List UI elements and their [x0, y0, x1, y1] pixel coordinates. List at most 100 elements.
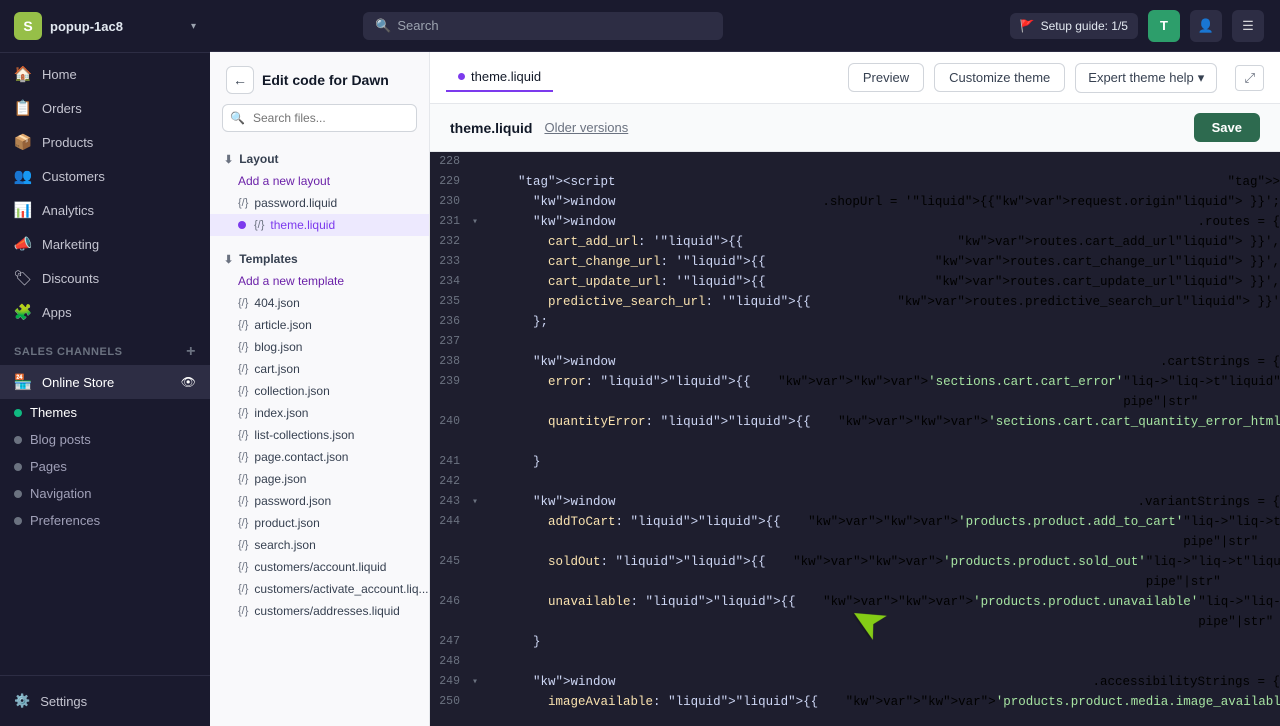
sidebar-item-settings[interactable]: ⚙️ Settings — [14, 686, 196, 716]
menu-icon-btn[interactable]: ☰ — [1232, 10, 1264, 42]
file-item[interactable]: {/} customers/activate_account.liq... — [210, 578, 429, 600]
line-arrow — [472, 152, 488, 172]
line-content[interactable] — [488, 152, 1280, 172]
download-icon: ⬇ — [224, 253, 233, 266]
line-content[interactable]: "kw">window — [488, 352, 1160, 372]
line-content[interactable]: }; — [488, 312, 1280, 332]
sidebar-item-analytics[interactable]: 📊 Analytics — [0, 193, 210, 227]
sidebar-item-online-store[interactable]: 🏪 Online Store 👁 — [0, 365, 210, 399]
file-item[interactable]: {/} cart.json — [210, 358, 429, 380]
setup-guide-button[interactable]: 🚩 Setup guide: 1/5 — [1010, 13, 1138, 39]
editor-toolbar: theme.liquid Preview Customize theme Exp… — [430, 52, 1280, 104]
line-content[interactable]: "kw">window — [488, 492, 1137, 512]
sidebar-item-marketing[interactable]: 📣 Marketing — [0, 227, 210, 261]
file-item[interactable]: {/} product.json — [210, 512, 429, 534]
file-item[interactable]: {/} 404.json — [210, 292, 429, 314]
templates-section-header[interactable]: ⬇ Templates — [210, 248, 429, 270]
code-line: 229 "tag"><script"tag">> — [430, 172, 1280, 192]
file-type-icon: {/} — [238, 473, 248, 485]
line-content[interactable]: addToCart: "liquid">"liquid">{{ — [488, 512, 808, 552]
sidebar-item-apps[interactable]: 🧩 Apps — [0, 295, 210, 329]
file-item-active[interactable]: {/} theme.liquid — [210, 214, 429, 236]
line-content[interactable]: "kw">window — [488, 192, 822, 212]
line-content[interactable]: unavailable: "liquid">"liquid">{{ — [488, 592, 823, 632]
sidebar-item-themes[interactable]: Themes — [14, 399, 210, 426]
code-line: 235 predictive_search_url: '"liquid">{{ … — [430, 292, 1280, 312]
fullscreen-button[interactable]: ⤢ — [1235, 65, 1264, 91]
older-versions-link[interactable]: Older versions — [544, 120, 628, 135]
code-editor[interactable]: 228 229 "tag"><script"tag">> 230 "kw">wi… — [430, 152, 1280, 726]
line-arrow — [472, 412, 488, 452]
line-arrow — [472, 172, 488, 192]
line-content[interactable]: } — [488, 632, 1280, 652]
sidebar-item-navigation[interactable]: Navigation — [14, 480, 210, 507]
code-line: 240 quantityError: "liquid">"liquid">{{ … — [430, 412, 1280, 452]
file-item[interactable]: {/} list-collections.json — [210, 424, 429, 446]
sidebar-item-discounts[interactable]: 🏷 Discounts — [0, 261, 210, 295]
sidebar-item-home[interactable]: 🏠 Home — [0, 57, 210, 91]
theme-icon-btn[interactable]: T — [1148, 10, 1180, 42]
global-search[interactable]: 🔍 Search — [363, 12, 723, 40]
code-line: 230 "kw">window.shopUrl = '"liquid">{{ "… — [430, 192, 1280, 212]
add-template-link[interactable]: Add a new template — [210, 270, 429, 292]
line-content[interactable]: cart_update_url: '"liquid">{{ — [488, 272, 935, 292]
file-item[interactable]: {/} password.json — [210, 490, 429, 512]
code-line: 231 ▾ "kw">window.routes = { — [430, 212, 1280, 232]
file-item[interactable]: {/} page.json — [210, 468, 429, 490]
file-item[interactable]: {/} customers/addresses.liquid — [210, 600, 429, 622]
file-explorer: ← Edit code for Dawn 🔍 ⬇ Layout Add a ne… — [210, 52, 430, 726]
back-button[interactable]: ← — [226, 66, 254, 94]
line-content[interactable]: "tag"><script — [488, 172, 1227, 192]
line-content[interactable] — [488, 652, 1280, 672]
sidebar-item-customers[interactable]: 👥 Customers — [0, 159, 210, 193]
file-item[interactable]: {/} search.json — [210, 534, 429, 556]
line-content[interactable]: cart_change_url: '"liquid">{{ — [488, 252, 935, 272]
code-line: 232 cart_add_url: '"liquid">{{ "kw">var"… — [430, 232, 1280, 252]
line-content[interactable]: quantityError: "liquid">"liquid">{{ — [488, 412, 838, 452]
add-layout-link[interactable]: Add a new layout — [210, 170, 429, 192]
fold-arrow: ▾ — [472, 217, 478, 228]
line-content[interactable] — [488, 472, 1280, 492]
file-item[interactable]: {/} blog.json — [210, 336, 429, 358]
file-item[interactable]: {/} article.json — [210, 314, 429, 336]
line-number: 232 — [430, 232, 472, 252]
file-search-input[interactable] — [222, 104, 417, 132]
file-item[interactable]: {/} customers/account.liquid — [210, 556, 429, 578]
save-button[interactable]: Save — [1194, 113, 1260, 142]
sidebar-item-products[interactable]: 📦 Products — [0, 125, 210, 159]
line-arrow — [472, 472, 488, 492]
sidebar-item-orders[interactable]: 📋 Orders — [0, 91, 210, 125]
add-sales-channel-icon[interactable]: + — [186, 343, 196, 361]
customize-theme-button[interactable]: Customize theme — [934, 63, 1065, 92]
sidebar-item-pages[interactable]: Pages — [14, 453, 210, 480]
code-line: 247 } — [430, 632, 1280, 652]
sidebar-header[interactable]: S popup-1ac8 ▾ — [0, 0, 210, 53]
sidebar-item-preferences[interactable]: Preferences — [14, 507, 210, 534]
file-search-area: 🔍 — [210, 104, 429, 142]
layout-section-header[interactable]: ⬇ Layout — [210, 148, 429, 170]
file-item[interactable]: {/} password.liquid — [210, 192, 429, 214]
line-content[interactable]: error: "liquid">"liquid">{{ — [488, 372, 778, 412]
preview-button[interactable]: Preview — [848, 63, 924, 92]
expert-help-button[interactable]: Expert theme help ▾ — [1075, 63, 1217, 93]
file-item[interactable]: {/} page.contact.json — [210, 446, 429, 468]
file-type-icon: {/} — [238, 517, 248, 529]
line-content[interactable]: soldOut: "liquid">"liquid">{{ — [488, 552, 793, 592]
file-item[interactable]: {/} collection.json — [210, 380, 429, 402]
line-content[interactable]: predictive_search_url: '"liquid">{{ — [488, 292, 897, 312]
file-type-icon: {/} — [238, 319, 248, 331]
line-content[interactable]: imageAvailable: "liquid">"liquid">{{ — [488, 692, 846, 726]
file-item[interactable]: {/} index.json — [210, 402, 429, 424]
code-line: 246 unavailable: "liquid">"liquid">{{ "k… — [430, 592, 1280, 632]
line-content[interactable]: "kw">window — [488, 672, 1092, 692]
line-content[interactable]: } — [488, 452, 1280, 472]
line-content[interactable]: "kw">window — [488, 212, 1197, 232]
tab-theme-liquid[interactable]: theme.liquid — [446, 63, 553, 92]
line-content[interactable]: cart_add_url: '"liquid">{{ — [488, 232, 957, 252]
line-content[interactable] — [488, 332, 1280, 352]
sidebar-item-blog-posts[interactable]: Blog posts — [14, 426, 210, 453]
user-icon-btn[interactable]: 👤 — [1190, 10, 1222, 42]
sidebar-footer: ⚙️ Settings — [0, 675, 210, 726]
file-type-icon: {/} — [238, 197, 248, 209]
line-arrow — [472, 252, 488, 272]
